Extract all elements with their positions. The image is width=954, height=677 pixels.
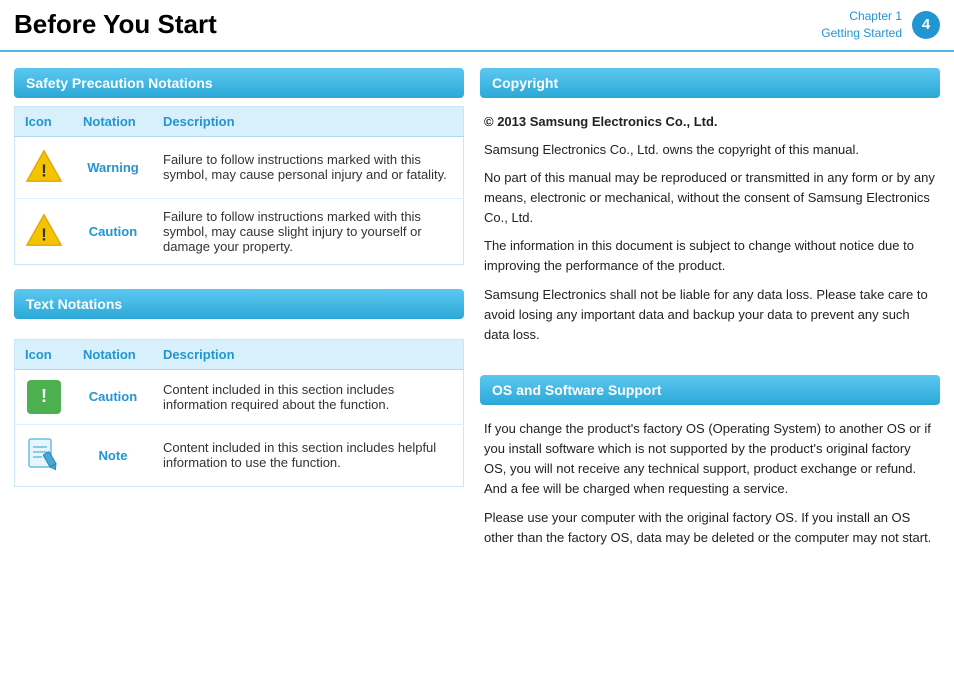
safety-col-description: Description: [153, 106, 464, 136]
warning-triangle-icon: !: [25, 147, 63, 185]
chapter-sublabel: Getting Started: [821, 25, 902, 42]
caution-icon-cell: !: [15, 198, 74, 264]
green-caution-icon: !: [27, 380, 61, 414]
copyright-body: © 2013 Samsung Electronics Co., Ltd. Sam…: [480, 106, 940, 351]
text-caution-notation: Caution: [73, 369, 153, 424]
text-col-icon: Icon: [15, 339, 74, 369]
copyright-p1: Samsung Electronics Co., Ltd. owns the c…: [484, 140, 936, 160]
caution-triangle-icon: !: [25, 211, 63, 249]
table-row: ! Caution Content included in this secti…: [15, 369, 464, 424]
left-column: Safety Precaution Notations Icon Notatio…: [14, 68, 480, 554]
text-table: Icon Notation Description ! Caution Cont…: [14, 339, 464, 487]
svg-text:!: !: [41, 161, 47, 180]
text-section-header: Text Notations: [14, 289, 464, 319]
text-table-header-row: Icon Notation Description: [15, 339, 464, 369]
table-row: Note Content included in this section in…: [15, 424, 464, 486]
copyright-p2: No part of this manual may be reproduced…: [484, 168, 936, 228]
copyright-bold-line: © 2013 Samsung Electronics Co., Ltd.: [484, 112, 936, 132]
os-body: If you change the product's factory OS (…: [480, 413, 940, 554]
chapter-label: Chapter 1: [821, 8, 902, 25]
green-caution-icon-cell: !: [15, 369, 74, 424]
os-section-header: OS and Software Support: [480, 375, 940, 405]
text-caution-description: Content included in this section include…: [153, 369, 464, 424]
safety-table: Icon Notation Description ! Warning Fail…: [14, 106, 464, 265]
note-pencil-icon: [25, 435, 63, 473]
safety-col-notation: Notation: [73, 106, 153, 136]
svg-text:!: !: [41, 225, 47, 244]
header-right: Chapter 1 Getting Started 4: [821, 8, 940, 42]
text-col-description: Description: [153, 339, 464, 369]
warning-notation: Warning: [73, 136, 153, 198]
os-p2: Please use your computer with the origin…: [484, 508, 936, 548]
caution-notation: Caution: [73, 198, 153, 264]
copyright-p4: Samsung Electronics shall not be liable …: [484, 285, 936, 345]
right-column: Copyright © 2013 Samsung Electronics Co.…: [480, 68, 940, 554]
safety-section-header: Safety Precaution Notations: [14, 68, 464, 98]
note-description: Content included in this section include…: [153, 424, 464, 486]
warning-icon-cell: !: [15, 136, 74, 198]
text-col-notation: Notation: [73, 339, 153, 369]
note-icon-cell: [15, 424, 74, 486]
main-content: Safety Precaution Notations Icon Notatio…: [0, 52, 954, 570]
page-header: Before You Start Chapter 1 Getting Start…: [0, 0, 954, 52]
warning-description: Failure to follow instructions marked wi…: [153, 136, 464, 198]
os-p1: If you change the product's factory OS (…: [484, 419, 936, 500]
page-title: Before You Start: [14, 9, 217, 40]
safety-col-icon: Icon: [15, 106, 74, 136]
table-row: ! Caution Failure to follow instructions…: [15, 198, 464, 264]
safety-table-header-row: Icon Notation Description: [15, 106, 464, 136]
chapter-info: Chapter 1 Getting Started: [821, 8, 902, 42]
spacer: [480, 351, 940, 375]
copyright-bold-text: © 2013 Samsung Electronics Co., Ltd.: [484, 114, 718, 129]
note-notation: Note: [73, 424, 153, 486]
copyright-p3: The information in this document is subj…: [484, 236, 936, 276]
table-row: ! Warning Failure to follow instructions…: [15, 136, 464, 198]
chapter-number: 4: [912, 11, 940, 39]
copyright-section-header: Copyright: [480, 68, 940, 98]
caution-description: Failure to follow instructions marked wi…: [153, 198, 464, 264]
